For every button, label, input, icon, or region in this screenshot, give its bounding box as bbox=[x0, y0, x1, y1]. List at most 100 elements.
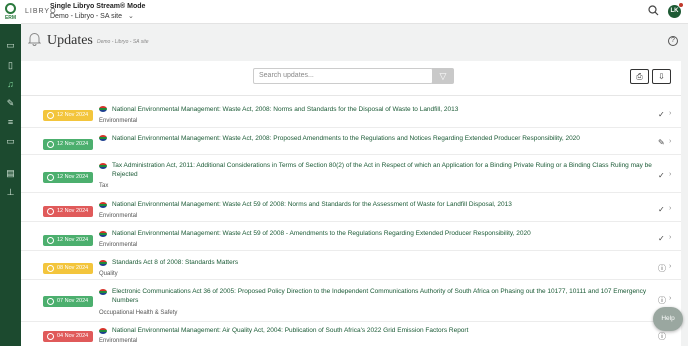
help-button[interactable]: Help bbox=[653, 307, 683, 331]
date-badge: 12 Nov 2024 bbox=[43, 139, 93, 150]
clock-icon bbox=[47, 265, 54, 272]
help-icon[interactable]: ? bbox=[668, 36, 678, 46]
update-title[interactable]: National Environmental Management: Waste… bbox=[112, 105, 458, 114]
clock-icon bbox=[47, 112, 54, 119]
briefcase-icon[interactable]: ▭ bbox=[5, 40, 16, 50]
date-text: 12 Nov 2024 bbox=[57, 141, 89, 147]
clock-icon bbox=[47, 141, 54, 148]
update-title[interactable]: National Environmental Management: Waste… bbox=[112, 229, 531, 238]
check-icon[interactable]: ✓ bbox=[658, 205, 665, 214]
clock-icon bbox=[47, 333, 54, 340]
org-chart-icon[interactable]: ⊥ bbox=[5, 187, 16, 197]
erm-leaf-icon bbox=[5, 3, 16, 14]
update-category: Environmental bbox=[99, 118, 138, 124]
list-icon[interactable]: ≡ bbox=[5, 117, 16, 127]
site-selector[interactable]: Demo - Libryo - SA site ⌄ bbox=[50, 12, 134, 20]
south-africa-flag-icon bbox=[99, 289, 107, 295]
pencil-icon[interactable]: ✎ bbox=[658, 138, 665, 147]
update-row[interactable]: 12 Nov 2024 National Environmental Manag… bbox=[21, 193, 681, 222]
breadcrumb: Demo - Libryo - SA site bbox=[97, 39, 149, 45]
update-row[interactable]: 12 Nov 2024 National Environmental Manag… bbox=[21, 222, 681, 251]
spreadsheet-export-icon: ⇩ bbox=[658, 72, 665, 81]
check-icon[interactable]: ✓ bbox=[658, 171, 665, 180]
info-icon[interactable]: ⓘ bbox=[658, 295, 666, 306]
date-text: 08 Nov 2024 bbox=[57, 265, 89, 271]
date-text: 12 Nov 2024 bbox=[57, 112, 89, 118]
info-icon[interactable]: ⓘ bbox=[658, 263, 666, 274]
clipboard-icon[interactable]: ▯ bbox=[5, 60, 16, 70]
date-badge: 12 Nov 2024 bbox=[43, 235, 93, 246]
export-excel-button[interactable]: ⇩ bbox=[652, 69, 671, 84]
chevron-right-icon[interactable]: › bbox=[669, 205, 671, 212]
site-name: Demo - Libryo - SA site bbox=[50, 13, 122, 20]
update-title[interactable]: National Environmental Management: Air Q… bbox=[112, 326, 468, 335]
date-badge: 08 Nov 2024 bbox=[43, 263, 93, 274]
search-icon[interactable] bbox=[648, 5, 660, 17]
update-row[interactable]: 12 Nov 2024 National Environmental Manag… bbox=[21, 128, 681, 155]
search-input[interactable]: Search updates... bbox=[253, 68, 433, 84]
chevron-right-icon[interactable]: › bbox=[669, 295, 671, 302]
south-africa-flag-icon bbox=[99, 231, 107, 237]
chevron-right-icon[interactable]: › bbox=[669, 110, 671, 117]
check-icon[interactable]: ✓ bbox=[658, 234, 665, 243]
page-title: Updates bbox=[47, 33, 93, 48]
update-category: Quality bbox=[99, 271, 118, 277]
bell-icon[interactable]: ♫ bbox=[5, 79, 16, 89]
export-pdf-button[interactable]: ⎙ bbox=[630, 69, 649, 84]
update-category: Occupational Health & Safety bbox=[99, 310, 178, 316]
date-text: 07 Nov 2024 bbox=[57, 298, 89, 304]
update-category: Environmental bbox=[99, 338, 138, 344]
south-africa-flag-icon bbox=[99, 135, 107, 141]
update-title[interactable]: National Environmental Management: Waste… bbox=[112, 134, 580, 143]
update-row[interactable]: 07 Nov 2024 Electronic Communications Ac… bbox=[21, 280, 681, 322]
info-icon[interactable]: ⓘ bbox=[658, 331, 666, 342]
update-row[interactable]: 08 Nov 2024 Standards Act 8 of 2008: Sta… bbox=[21, 251, 681, 280]
stream-mode-label: Single Libryo Stream® Mode bbox=[50, 3, 146, 10]
update-title[interactable]: Tax Administration Act, 2011: Additional… bbox=[112, 161, 657, 179]
date-badge: 07 Nov 2024 bbox=[43, 296, 93, 307]
erm-logo[interactable]: ERM bbox=[0, 0, 21, 24]
date-text: 12 Nov 2024 bbox=[57, 174, 89, 180]
date-text: 12 Nov 2024 bbox=[57, 208, 89, 214]
chevron-right-icon[interactable]: › bbox=[669, 234, 671, 241]
check-icon[interactable]: ✓ bbox=[658, 110, 665, 119]
update-row[interactable]: 12 Nov 2024 Tax Administration Act, 2011… bbox=[21, 155, 681, 193]
bell-icon bbox=[27, 32, 42, 49]
clock-icon bbox=[47, 174, 54, 181]
clock-icon bbox=[47, 208, 54, 215]
updates-panel: Search updates... ▽ ⎙ ⇩ 12 Nov 2024 Nati… bbox=[21, 61, 681, 346]
update-row[interactable]: 04 Nov 2024 National Environmental Manag… bbox=[21, 322, 681, 346]
country-flag-icon bbox=[678, 2, 684, 8]
south-africa-flag-icon bbox=[99, 260, 107, 266]
update-title[interactable]: Standards Act 8 of 2008: Standards Matte… bbox=[112, 258, 238, 267]
clock-icon bbox=[47, 237, 54, 244]
chevron-right-icon[interactable]: › bbox=[669, 263, 671, 270]
divider bbox=[21, 95, 681, 96]
folder-icon[interactable]: ▭ bbox=[5, 136, 16, 146]
date-text: 12 Nov 2024 bbox=[57, 237, 89, 243]
chevron-right-icon[interactable]: › bbox=[669, 171, 671, 178]
south-africa-flag-icon bbox=[99, 163, 107, 169]
filter-icon: ▽ bbox=[439, 71, 447, 81]
page-header: Updates Demo - Libryo - SA site ? bbox=[21, 24, 688, 61]
south-africa-flag-icon bbox=[99, 202, 107, 208]
chevron-down-icon: ⌄ bbox=[127, 13, 134, 20]
update-category: Tax bbox=[99, 183, 109, 189]
date-badge: 04 Nov 2024 bbox=[43, 331, 93, 342]
date-badge: 12 Nov 2024 bbox=[43, 172, 93, 183]
wrench-icon[interactable]: ✎ bbox=[5, 98, 16, 108]
clock-icon bbox=[47, 298, 54, 305]
update-row[interactable]: 12 Nov 2024 National Environmental Manag… bbox=[21, 101, 681, 128]
update-title[interactable]: National Environmental Management: Waste… bbox=[112, 200, 512, 209]
update-category: Environmental bbox=[99, 242, 138, 248]
document-icon[interactable]: ▤ bbox=[5, 168, 16, 178]
document-export-icon: ⎙ bbox=[636, 72, 643, 81]
update-title[interactable]: Electronic Communications Act 36 of 2005… bbox=[112, 287, 657, 305]
south-africa-flag-icon bbox=[99, 106, 107, 112]
date-badge: 12 Nov 2024 bbox=[43, 110, 93, 121]
filter-button[interactable]: ▽ bbox=[432, 68, 454, 84]
erm-logo-label: ERM bbox=[4, 15, 17, 21]
date-text: 04 Nov 2024 bbox=[57, 333, 89, 339]
sidebar: ERM ▭ ▯ ♫ ✎ ≡ ▭ ▤ ⊥ bbox=[0, 0, 21, 346]
chevron-right-icon[interactable]: › bbox=[669, 138, 671, 145]
